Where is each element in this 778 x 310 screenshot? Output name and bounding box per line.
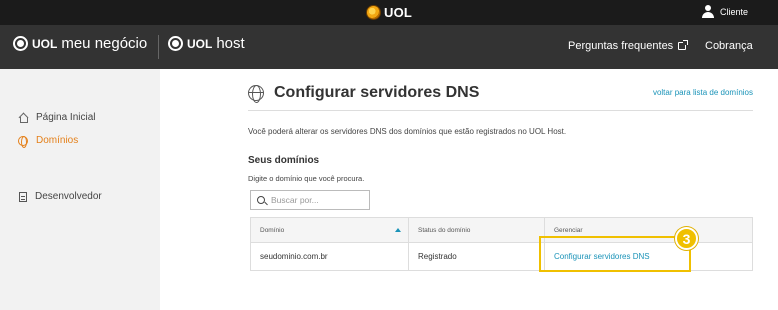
sidebar-item-label: Desenvolvedor bbox=[35, 191, 102, 202]
billing-link[interactable]: Cobrança bbox=[705, 40, 753, 52]
main-navbar: UOL meu negócio UOL host Perguntas frequ… bbox=[0, 25, 778, 69]
home-icon bbox=[18, 113, 28, 123]
faq-label: Perguntas frequentes bbox=[568, 40, 674, 52]
search-input[interactable] bbox=[271, 195, 361, 205]
uol-ring-icon bbox=[13, 36, 28, 51]
globe-icon bbox=[18, 135, 28, 148]
uol-logo[interactable]: UOL bbox=[366, 3, 412, 22]
sidebar-item-home[interactable]: Página Inicial bbox=[18, 112, 95, 123]
column-header-status: Status do domínio bbox=[409, 218, 545, 242]
uol-ball-icon bbox=[366, 5, 381, 20]
page-header: Configurar servidores DNS bbox=[248, 84, 480, 103]
column-header-label: Domínio bbox=[260, 226, 285, 234]
search-box[interactable] bbox=[250, 190, 370, 210]
brand1-name: meu negócio bbox=[61, 35, 148, 52]
sidebar-item-developer[interactable]: Desenvolvedor bbox=[18, 191, 102, 202]
globe-icon bbox=[248, 85, 264, 103]
faq-link[interactable]: Perguntas frequentes bbox=[568, 40, 689, 52]
cell-domain: seudominio.com.br bbox=[251, 243, 409, 270]
sidebar-item-label: Domínios bbox=[36, 135, 79, 146]
page-title: Configurar servidores DNS bbox=[274, 84, 480, 101]
divider bbox=[248, 110, 753, 111]
brand1-logo: UOL bbox=[32, 36, 58, 51]
user-icon bbox=[701, 5, 714, 18]
cell-status: Registrado bbox=[409, 243, 545, 270]
intro-text: Você poderá alterar os servidores DNS do… bbox=[248, 127, 567, 136]
sidebar-item-domains[interactable]: Domínios bbox=[18, 135, 79, 148]
brand-meu-negocio[interactable]: UOL meu negócio bbox=[13, 35, 147, 52]
section-title: Seus domínios bbox=[248, 155, 320, 166]
uol-ring-icon bbox=[168, 36, 183, 51]
brand2-logo: UOL bbox=[187, 36, 213, 51]
top-bar: UOL Cliente bbox=[0, 0, 778, 25]
nav-divider bbox=[158, 35, 159, 59]
brand2-name: host bbox=[216, 35, 245, 52]
sidebar: Página Inicial Domínios Desenvolvedor bbox=[0, 69, 160, 310]
uol-logo-text: UOL bbox=[384, 5, 413, 20]
brand-host[interactable]: UOL host bbox=[168, 35, 245, 52]
search-icon bbox=[257, 196, 265, 204]
user-menu[interactable]: Cliente bbox=[701, 5, 748, 18]
document-icon bbox=[19, 191, 27, 202]
column-header-label: Status do domínio bbox=[418, 226, 471, 234]
column-header-domain[interactable]: Domínio bbox=[251, 218, 409, 242]
user-label: Cliente bbox=[719, 6, 748, 17]
step-highlight-box bbox=[539, 236, 691, 272]
sort-ascending-icon[interactable] bbox=[395, 228, 401, 232]
column-header-label: Gerenciar bbox=[554, 226, 583, 234]
back-to-domains-link[interactable]: voltar para lista de domínios bbox=[653, 88, 753, 97]
sidebar-item-label: Página Inicial bbox=[36, 112, 96, 123]
external-link-icon bbox=[678, 40, 689, 50]
step-number-badge: 3 bbox=[675, 227, 698, 250]
search-hint: Digite o domínio que você procura. bbox=[248, 174, 365, 183]
main-content: Configurar servidores DNS voltar para li… bbox=[248, 69, 753, 310]
